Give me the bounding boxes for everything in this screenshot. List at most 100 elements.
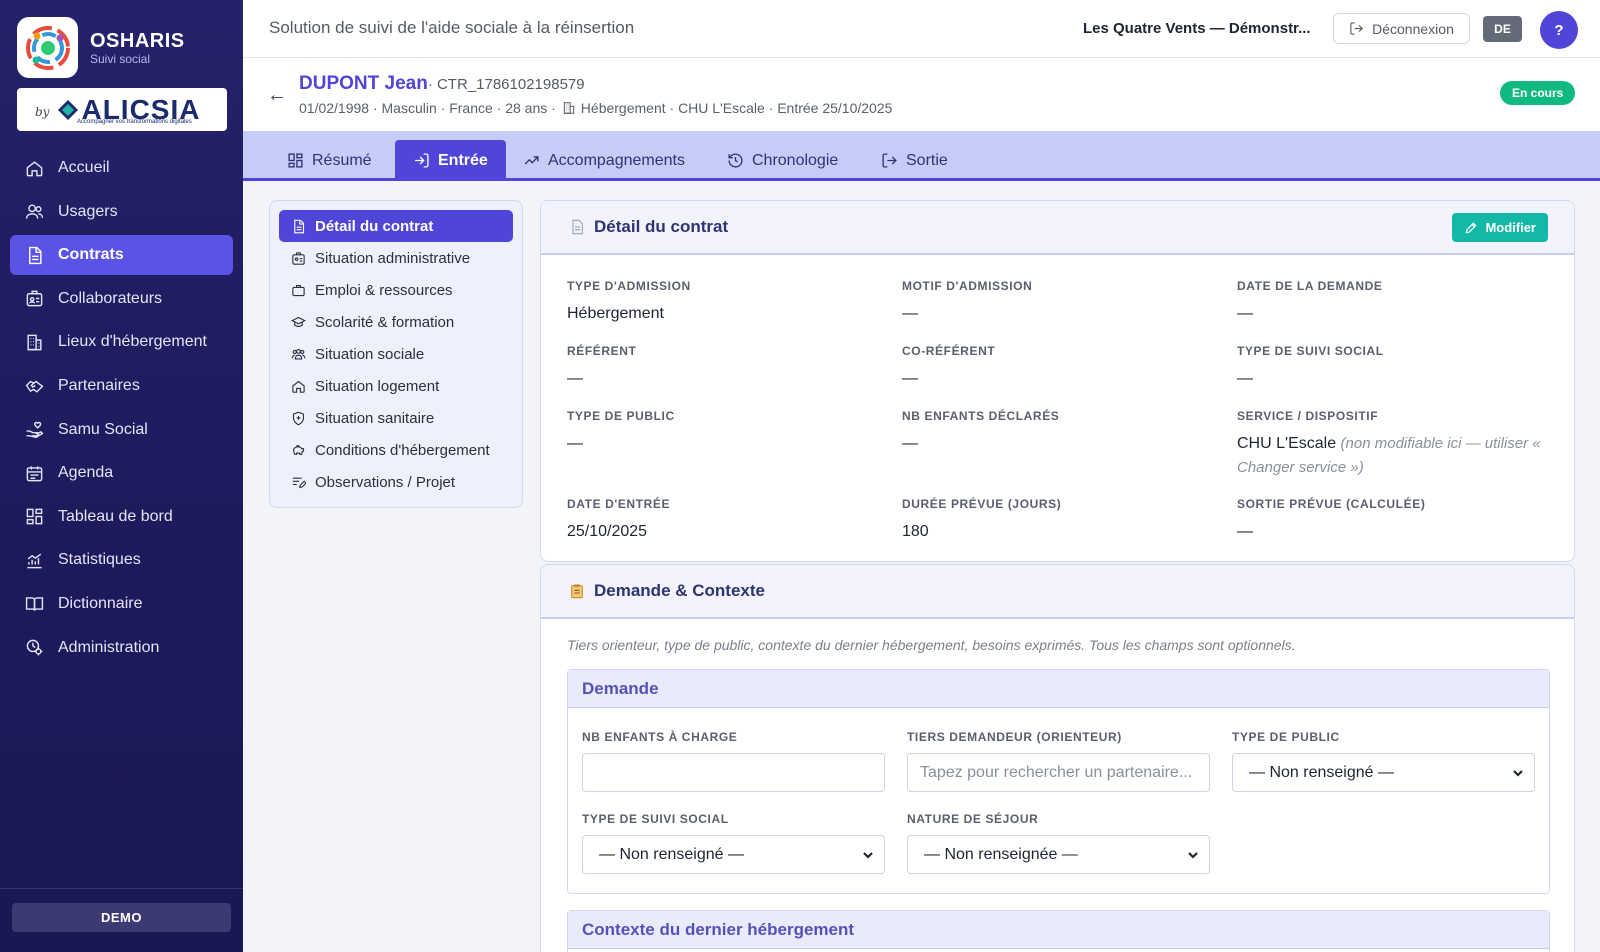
contract-tabs: Résumé Entrée Accompagnements Chronologi… xyxy=(243,131,1600,181)
field-value: — xyxy=(1237,370,1253,387)
main-nav: Accueil Usagers Contrats Collaborateurs … xyxy=(10,148,233,671)
contract-detail-panel: Détail du contrat Modifier TYPE D'ADMISS… xyxy=(540,200,1575,562)
field-label: CO-RÉFÉRENT xyxy=(902,344,996,358)
field-label: RÉFÉRENT xyxy=(567,344,637,358)
admin-gear-icon xyxy=(24,638,44,658)
chevron-down-icon xyxy=(1513,769,1523,777)
document-icon xyxy=(569,219,585,235)
nb-enfants-input[interactable] xyxy=(582,753,885,792)
nature-sejour-select[interactable]: — Non renseignée — xyxy=(907,835,1210,874)
id-card-icon xyxy=(24,289,44,309)
section-item-emploi-ressources[interactable]: Emploi & ressources xyxy=(279,274,513,306)
tab-accompagnements[interactable]: Accompagnements xyxy=(505,140,703,181)
field-label: DATE D'ENTRÉE xyxy=(567,497,671,511)
sidebar-item-statistiques[interactable]: Statistiques xyxy=(10,540,233,580)
help-button[interactable]: ? xyxy=(1540,11,1578,49)
tab-label: Entrée xyxy=(438,151,488,169)
sidebar-item-label: Statistiques xyxy=(58,551,141,569)
org-name[interactable]: Les Quatre Vents — Démonstr... xyxy=(1083,20,1323,37)
section-item-label: Conditions d'hébergement xyxy=(315,441,490,459)
sidebar-item-lieux-hebergement[interactable]: Lieux d'hébergement xyxy=(10,322,233,362)
field-motif-admission: MOTIF D'ADMISSION — xyxy=(902,279,1032,326)
grid-icon xyxy=(288,153,303,168)
section-item-situation-sanitaire[interactable]: Situation sanitaire xyxy=(279,402,513,434)
form-field-type-public: TYPE DE PUBLIC — Non renseigné — xyxy=(1232,730,1535,792)
sidebar-item-partenaires[interactable]: Partenaires xyxy=(10,366,233,406)
chevron-down-icon xyxy=(863,851,873,859)
section-item-situation-logement[interactable]: Situation logement xyxy=(279,370,513,402)
edit-contract-button[interactable]: Modifier xyxy=(1452,213,1548,242)
history-icon xyxy=(728,153,743,168)
form-field-type-suivi-social: TYPE DE SUIVI SOCIAL — Non renseigné — xyxy=(582,812,885,874)
sidebar-item-label: Dictionnaire xyxy=(58,594,143,612)
field-value: — xyxy=(567,435,583,452)
select-value: — Non renseigné — xyxy=(599,845,744,863)
tab-resume[interactable]: Résumé xyxy=(269,140,390,181)
field-label: SORTIE PRÉVUE (CALCULÉE) xyxy=(1237,497,1426,511)
tab-sortie[interactable]: Sortie xyxy=(863,140,966,181)
type-suivi-social-select[interactable]: — Non renseigné — xyxy=(582,835,885,874)
tab-label: Chronologie xyxy=(752,151,839,169)
id-card-icon xyxy=(292,251,305,265)
sidebar-item-tableau-de-bord[interactable]: Tableau de bord xyxy=(10,497,233,537)
field-co-referent: CO-RÉFÉRENT — xyxy=(902,344,995,391)
sidebar-item-label: Tableau de bord xyxy=(58,507,173,525)
back-arrow-icon[interactable]: ← xyxy=(267,84,287,107)
sidebar-item-administration[interactable]: Administration xyxy=(10,628,233,668)
section-item-situation-sociale[interactable]: Situation sociale xyxy=(279,338,513,370)
handshake-icon xyxy=(24,376,44,396)
sidebar-item-accueil[interactable]: Accueil xyxy=(10,148,233,188)
field-label: MOTIF D'ADMISSION xyxy=(902,279,1033,293)
sidebar-item-agenda[interactable]: Agenda xyxy=(10,453,233,493)
sidebar-item-label: Agenda xyxy=(58,464,114,482)
field-value: Hébergement xyxy=(567,305,664,322)
osharis-logo-icon xyxy=(17,17,78,78)
sidebar-item-usagers[interactable]: Usagers xyxy=(10,192,233,232)
brand[interactable]: OSHARIS Suivi social xyxy=(17,17,185,78)
section-item-label: Situation logement xyxy=(315,377,440,395)
field-value: — xyxy=(902,370,918,387)
group-contexte-title[interactable]: Contexte du dernier hébergement xyxy=(568,911,1549,949)
section-item-conditions-hebergement[interactable]: Conditions d'hébergement xyxy=(279,434,513,466)
sidebar-item-dictionnaire[interactable]: Dictionnaire xyxy=(10,584,233,624)
type-public-select[interactable]: — Non renseigné — xyxy=(1232,753,1535,792)
sidebar: OSHARIS Suivi social by ALICSIA Accompag… xyxy=(0,0,243,952)
form-field-nature-sejour: NATURE DE SÉJOUR — Non renseignée — xyxy=(907,812,1210,874)
section-item-label: Situation administrative xyxy=(315,249,471,267)
clipboard-icon xyxy=(569,583,585,599)
logout-icon xyxy=(882,153,897,168)
form-label: TYPE DE PUBLIC xyxy=(1232,730,1340,744)
logout-icon xyxy=(1350,22,1364,35)
field-type-admission: TYPE D'ADMISSION Hébergement xyxy=(567,279,691,326)
panel-intro: Tiers orienteur, type de public, context… xyxy=(567,637,1296,653)
logout-button[interactable]: Déconnexion xyxy=(1333,13,1470,44)
section-item-observations-projet[interactable]: Observations / Projet xyxy=(279,466,513,498)
field-value: — xyxy=(1237,523,1253,540)
tiers-demandeur-input[interactable]: Tapez pour rechercher un partenaire... xyxy=(907,753,1210,792)
field-value: 180 xyxy=(902,523,929,540)
sidebar-item-collaborateurs[interactable]: Collaborateurs xyxy=(10,279,233,319)
section-item-detail-contrat[interactable]: Détail du contrat xyxy=(279,210,513,242)
sidebar-item-samu-social[interactable]: Samu Social xyxy=(10,410,233,450)
patient-header: ← DUPONT Jean· CTR_1786102198579 01/02/1… xyxy=(243,58,1600,131)
section-item-label: Détail du contrat xyxy=(315,217,434,235)
section-item-scolarite-formation[interactable]: Scolarité & formation xyxy=(279,306,513,338)
demande-contexte-header: Demande & Contexte xyxy=(541,565,1574,619)
section-item-situation-administrative[interactable]: Situation administrative xyxy=(279,242,513,274)
calendar-icon xyxy=(24,463,44,483)
sidebar-item-contrats[interactable]: Contrats xyxy=(10,235,233,276)
chevron-down-icon xyxy=(1188,851,1198,859)
field-value: — xyxy=(1237,305,1253,322)
tab-entree[interactable]: Entrée xyxy=(395,140,506,181)
topbar: Solution de suivi de l'aide sociale à la… xyxy=(243,0,1600,58)
field-nb-enfants-declares: NB ENFANTS DÉCLARÉS — xyxy=(902,409,1059,456)
tab-chronologie[interactable]: Chronologie xyxy=(709,140,856,181)
book-icon xyxy=(24,594,44,614)
sidebar-item-label: Lieux d'hébergement xyxy=(58,333,207,351)
form-label: TIERS DEMANDEUR (ORIENTEUR) xyxy=(907,730,1122,744)
group-contexte-hebergement: Contexte du dernier hébergement xyxy=(567,910,1550,952)
field-label: DURÉE PRÉVUE (JOURS) xyxy=(902,497,1062,511)
patient-name-text: DUPONT Jean xyxy=(299,73,428,94)
language-button[interactable]: DE xyxy=(1483,16,1522,42)
app-title: Solution de suivi de l'aide sociale à la… xyxy=(269,18,635,37)
